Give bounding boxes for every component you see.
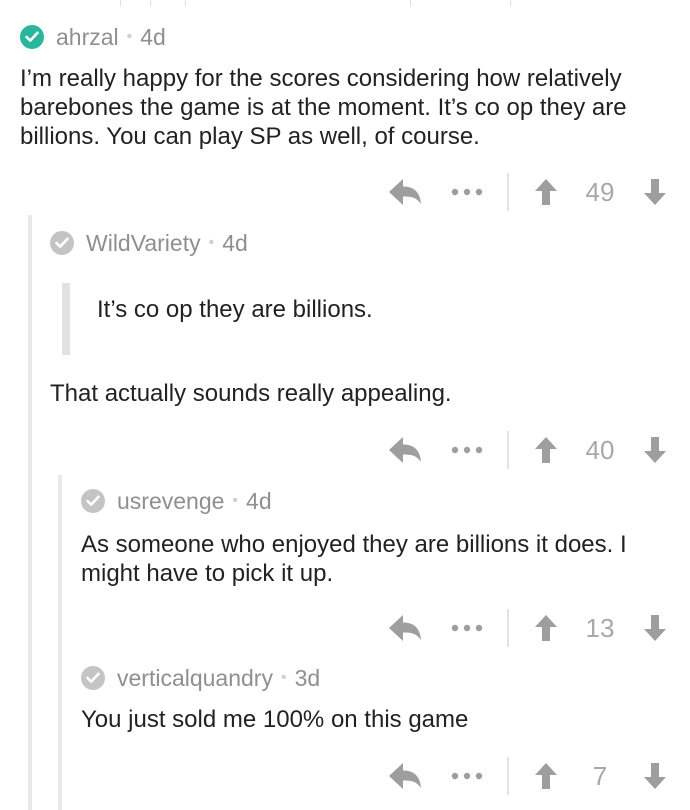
upvote-arrow-icon[interactable]	[531, 609, 561, 647]
separator-dot: •	[208, 234, 215, 251]
separator-dot: •	[280, 669, 287, 686]
reply-arrow-icon[interactable]	[385, 431, 425, 469]
more-dots-icon[interactable]	[447, 609, 487, 647]
comment-meta: WildVariety • 4d	[50, 228, 248, 258]
check-circle-icon	[81, 666, 105, 690]
check-circle-icon	[50, 231, 74, 255]
check-circle-icon	[81, 489, 105, 513]
more-dots-icon[interactable]	[447, 757, 487, 795]
comment-body: As someone who enjoyed they are billions…	[81, 531, 627, 587]
score: 13	[585, 613, 615, 643]
score: 7	[592, 761, 608, 791]
top-divider	[0, 0, 690, 6]
comment-body: I’m really happy for the scores consider…	[20, 65, 627, 150]
upvote-arrow-icon[interactable]	[531, 757, 561, 795]
comment-meta: verticalquandry • 3d	[81, 663, 320, 693]
comment-actions: 40	[385, 431, 675, 469]
thread-line-level-1[interactable]	[28, 215, 32, 810]
author-name[interactable]: verticalquandry	[117, 665, 273, 692]
reply-arrow-icon[interactable]	[385, 609, 425, 647]
action-divider	[507, 757, 509, 795]
comment-age: 4d	[140, 23, 166, 50]
comment-actions: 7	[385, 757, 675, 795]
downvote-arrow-icon[interactable]	[640, 173, 670, 211]
downvote-arrow-icon[interactable]	[640, 431, 670, 469]
more-dots-icon[interactable]	[447, 173, 487, 211]
action-divider	[507, 173, 509, 211]
quote-bar	[62, 283, 70, 355]
comment-body: That actually sounds really appealing.	[50, 380, 452, 407]
upvote-arrow-icon[interactable]	[531, 431, 561, 469]
comment-age: 4d	[222, 229, 248, 256]
action-divider	[507, 431, 509, 469]
reply-arrow-icon[interactable]	[385, 173, 425, 211]
separator-dot: •	[126, 28, 133, 45]
author-name[interactable]: ahrzal	[56, 24, 119, 51]
thread-line-level-2[interactable]	[58, 475, 62, 810]
comment-age: 4d	[246, 487, 272, 514]
action-divider	[507, 609, 509, 647]
author-name[interactable]: WildVariety	[86, 230, 201, 257]
downvote-arrow-icon[interactable]	[640, 757, 670, 795]
score: 49	[585, 177, 615, 207]
block-quote: It’s co op they are billions.	[62, 283, 662, 355]
downvote-arrow-icon[interactable]	[640, 609, 670, 647]
reply-arrow-icon[interactable]	[385, 757, 425, 795]
upvote-arrow-icon[interactable]	[531, 173, 561, 211]
more-dots-icon[interactable]	[447, 431, 487, 469]
comment-meta: ahrzal • 4d	[20, 22, 166, 52]
comment-body: You just sold me 100% on this game	[81, 706, 469, 733]
comment-age: 3d	[294, 664, 321, 691]
comment-actions: 13	[385, 609, 675, 647]
quote-text: It’s co op they are billions.	[97, 296, 373, 323]
check-circle-icon	[20, 25, 44, 49]
comment-actions: 49	[385, 173, 675, 211]
score: 40	[585, 435, 615, 465]
author-name[interactable]: usrevenge	[117, 488, 224, 515]
comment-meta: usrevenge • 4d	[81, 486, 272, 516]
separator-dot: •	[232, 492, 239, 509]
